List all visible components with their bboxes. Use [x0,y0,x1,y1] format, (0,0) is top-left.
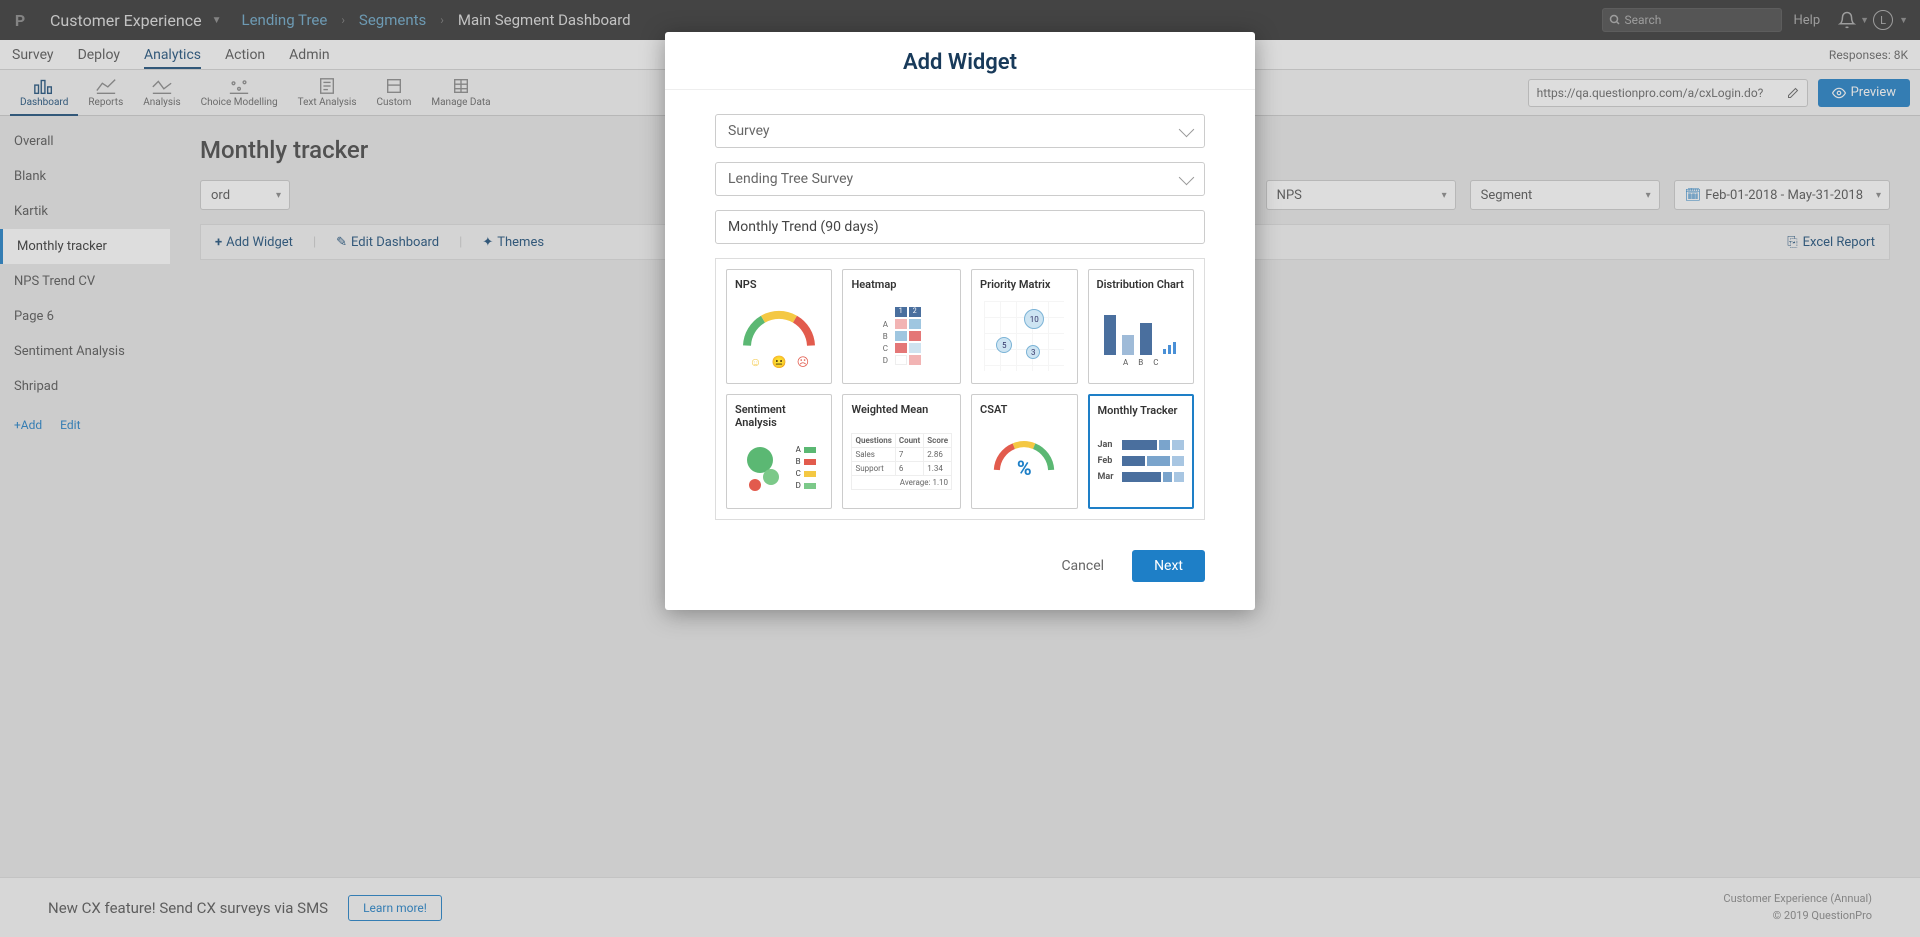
csat-icon: % [989,436,1059,486]
gauge-icon [739,303,819,353]
monthly-tracker-icon: Jan Feb Mar [1098,440,1184,482]
bar-chart-icon [1104,305,1178,355]
modal-name-input[interactable] [715,210,1205,244]
widget-option-sentiment[interactable]: Sentiment Analysis A B [726,394,832,509]
widget-option-csat[interactable]: CSAT % [971,394,1077,509]
widget-option-monthly-tracker[interactable]: Monthly Tracker Jan Feb Mar [1088,394,1194,509]
widget-option-nps[interactable]: NPS ☺ 😐 ☹ [726,269,832,384]
modal-title: Add Widget [685,50,1235,75]
widget-option-weighted-mean[interactable]: Weighted Mean QuestionsCountScore Sales7… [842,394,961,509]
cancel-button[interactable]: Cancel [1061,558,1104,574]
matrix-icon: 10 5 3 [984,301,1064,371]
modal-source-select[interactable]: Survey [715,114,1205,148]
widget-type-grid: NPS ☺ 😐 ☹ [715,258,1205,520]
modal-overlay: Add Widget Survey Lending Tree Survey NP… [0,0,1920,937]
add-widget-modal: Add Widget Survey Lending Tree Survey NP… [665,32,1255,610]
sentiment-icon: A B C D [743,443,816,493]
widget-option-priority-matrix[interactable]: Priority Matrix 10 5 3 [971,269,1077,384]
modal-survey-select[interactable]: Lending Tree Survey [715,162,1205,196]
widget-option-heatmap[interactable]: Heatmap 12 A B C D [842,269,961,384]
heatmap-icon: 12 A B C D [883,307,921,365]
widget-option-distribution[interactable]: Distribution Chart ABC [1088,269,1194,384]
next-button[interactable]: Next [1132,550,1205,582]
table-icon: QuestionsCountScore Sales72.86 Support61… [851,433,952,490]
